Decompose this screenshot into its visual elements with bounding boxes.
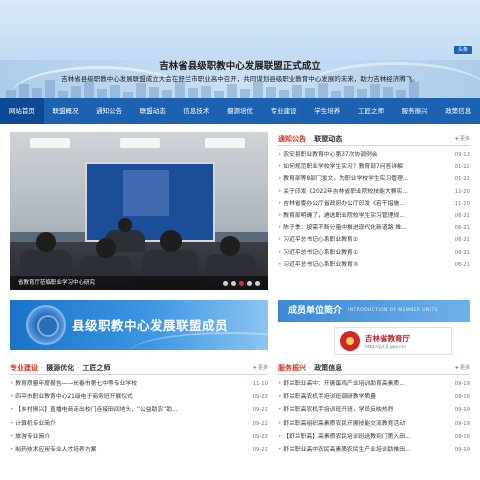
- list-item[interactable]: 制药技术应用专业人才培养方案09-22: [10, 444, 268, 457]
- carousel-person-head: [118, 218, 132, 232]
- nav-item-policy[interactable]: 政策信息: [436, 98, 480, 124]
- majors-list: 教育质量年度报告——长春市第七中等专业学校11-10 四平市职业教育中心21级电…: [10, 378, 268, 457]
- members-banner[interactable]: 县级职教中心发展联盟成员: [10, 300, 268, 350]
- nav-item-students[interactable]: 学生培养: [305, 98, 349, 124]
- service-list: 舒兰职业高中：开展蛋鸡产业培训助育高素质...09-19 舒兰职高农机手培训班调…: [278, 378, 470, 457]
- plus-icon: +: [454, 365, 459, 371]
- list-item[interactable]: 舒兰职高农机手培训班开班，学员反映热烈09-19: [278, 404, 470, 417]
- banner-decor-wave: [130, 332, 268, 350]
- carousel-person-head: [220, 236, 240, 256]
- service-header: 服务振兴 · 政策信息 +更多: [278, 361, 470, 375]
- nav-item-news[interactable]: 联盟动态: [131, 98, 175, 124]
- ceiling-light: [30, 138, 70, 148]
- carousel-dot[interactable]: [223, 281, 228, 286]
- carousel-person-head: [160, 230, 182, 252]
- list-item[interactable]: 舒兰职高农机手培训班调研教学质量09-19: [278, 391, 470, 404]
- notice-header: 通知公告 · 联盟动态 +更多: [278, 132, 470, 146]
- list-item[interactable]: 吉林省委办公厅省政府办公厅印发《若干措施...11-10: [278, 198, 470, 210]
- list-item[interactable]: 关于印发《2022年吉林省职业院校技能大赛实...12-20: [278, 186, 470, 198]
- notice-tab-news[interactable]: 联盟动态: [314, 134, 342, 144]
- list-item[interactable]: 教育部等8部门发文，为职业学校学生实习管理...01-22: [278, 173, 470, 185]
- alliance-emblem-icon: [26, 305, 66, 345]
- national-emblem-icon: [340, 331, 360, 351]
- headline-title[interactable]: 吉林省县级职教中心发展联盟正式成立: [0, 58, 480, 72]
- list-item[interactable]: 舒兰职业高中：开展蛋鸡产业培训助育高素质...09-19: [278, 378, 470, 391]
- notice-tab-notices[interactable]: 通知公告: [278, 134, 306, 144]
- list-item[interactable]: 习近平总书记心系职业教育②08-21: [278, 234, 470, 246]
- service-panel: 服务振兴 · 政策信息 +更多 舒兰职业高中：开展蛋鸡产业培训助育高素质...0…: [278, 361, 470, 480]
- nav-item-notices[interactable]: 通知公告: [87, 98, 131, 124]
- nav-item-majors[interactable]: 专业建设: [262, 98, 306, 124]
- nav-item-overview[interactable]: 联盟概况: [44, 98, 88, 124]
- tab-separator: ·: [309, 134, 312, 143]
- carousel-dot[interactable]: [255, 281, 260, 286]
- list-item[interactable]: 旅游专业简介09-22: [10, 431, 268, 444]
- headline-subtitle: 吉林省县级职教中心发展联盟成立大会在舒兰市职业高中召开，共同谋划县级职业教育中心…: [61, 75, 419, 83]
- list-item[interactable]: 舒兰职高组织高素质农民开展技能交流教育活动09-19: [278, 418, 470, 431]
- tab-separator: ·: [77, 363, 80, 372]
- tab-separator: ·: [309, 363, 312, 372]
- more-link[interactable]: +更多: [455, 364, 470, 371]
- carousel-dot[interactable]: [231, 281, 236, 286]
- carousel-dot-active[interactable]: [239, 281, 244, 286]
- members-banner-text: 县级职教中心发展联盟成员: [72, 318, 229, 333]
- headline-badge-button[interactable]: 头条: [454, 46, 472, 54]
- more-link[interactable]: +更多: [455, 135, 470, 142]
- carousel-dot[interactable]: [247, 281, 252, 286]
- education-dept-name: 吉林省教育厅: [365, 334, 410, 343]
- plus-icon: +: [252, 365, 257, 371]
- header-banner: 头条 吉林省县级职教中心发展联盟正式成立 吉林省县级职教中心发展联盟成立大会在舒…: [0, 0, 480, 98]
- nav-item-training[interactable]: 摄源培优: [218, 98, 262, 124]
- news-carousel[interactable]: 省教育厅莅临职业学习中心研究: [10, 132, 268, 290]
- list-item[interactable]: 农安县职业教育中心第37次协调例会09-13: [278, 149, 470, 161]
- tab-policy[interactable]: 政策信息: [314, 363, 342, 373]
- more-link[interactable]: +更多: [253, 364, 268, 371]
- list-item[interactable]: 【舒兰职高】高素质农民培训班送教到门第入田...09-19: [278, 431, 470, 444]
- majors-header: 专业建设 · 摄源优化 · 工匠之师 +更多: [10, 361, 268, 375]
- list-item[interactable]: 四平市职业教育中心21级电子商务班开展仪式09-22: [10, 391, 268, 404]
- list-item[interactable]: 习近平总书记心系职业教育①08-21: [278, 247, 470, 259]
- plus-icon: +: [454, 136, 459, 142]
- list-item[interactable]: 如何规范职业学校学生实习？教育部7问答详解01-22: [278, 161, 470, 173]
- carousel-person-head: [96, 238, 116, 258]
- carousel-dots: [223, 281, 260, 286]
- member-units-header[interactable]: 成员单位简介 INTRODUCTION OF MEMBER UNITS: [278, 300, 470, 322]
- ceiling-light: [205, 138, 245, 148]
- list-item[interactable]: 教育质量年度报告——长春市第七中等专业学校11-10: [10, 378, 268, 391]
- carousel-person-head: [36, 232, 56, 252]
- member-units-title: 成员单位简介: [288, 306, 343, 316]
- education-dept-link[interactable]: 吉林省教育厅 http://jyt.jl.gov.cn/: [334, 327, 452, 355]
- majors-panel: 专业建设 · 摄源优化 · 工匠之师 +更多 教育质量年度报告——长春市第七中等…: [10, 361, 268, 480]
- member-units-subtitle: INTRODUCTION OF MEMBER UNITS: [348, 308, 438, 313]
- tab-optimization[interactable]: 摄源优化: [46, 363, 74, 373]
- nav-item-home[interactable]: 网站首页: [0, 98, 44, 124]
- list-item[interactable]: 【乡村振兴】直播电商走出校门连接田间地头，“公益助农”助...09-22: [10, 404, 268, 417]
- list-item[interactable]: 习近平总书记心系职业教育③08-21: [278, 259, 470, 271]
- main-nav: 网站首页 联盟概况 通知公告 联盟动态 信息技术 摄源培优 专业建设 学生培养 …: [0, 98, 480, 124]
- list-item[interactable]: 陈子季：按需不断分量中推进现代化新道路 推...08-21: [278, 222, 470, 234]
- list-item[interactable]: 教育部明确了，遴选职业院校学生实习管理规...08-21: [278, 210, 470, 222]
- nav-item-revitalization[interactable]: 服务振兴: [393, 98, 437, 124]
- nav-item-teachers[interactable]: 工匠之师: [349, 98, 393, 124]
- tab-teachers[interactable]: 工匠之师: [82, 363, 110, 373]
- tab-separator: ·: [41, 363, 44, 372]
- tab-majors[interactable]: 专业建设: [10, 363, 38, 373]
- nav-item-it[interactable]: 信息技术: [175, 98, 219, 124]
- notice-panel: 通知公告 · 联盟动态 +更多 农安县职业教育中心第37次协调例会09-13 如…: [278, 132, 470, 290]
- tab-service[interactable]: 服务振兴: [278, 363, 306, 373]
- carousel-photo-screen: [85, 162, 215, 242]
- notice-list: 农安县职业教育中心第37次协调例会09-13 如何规范职业学校学生实习？教育部7…: [278, 149, 470, 271]
- list-item[interactable]: 舒兰职业高中农民高素质农民生产业培训助推田...09-19: [278, 444, 470, 457]
- ceiling-light: [120, 138, 160, 148]
- education-dept-url: http://jyt.jl.gov.cn/: [365, 345, 407, 350]
- list-item[interactable]: 计算机专业简介09-22: [10, 418, 268, 431]
